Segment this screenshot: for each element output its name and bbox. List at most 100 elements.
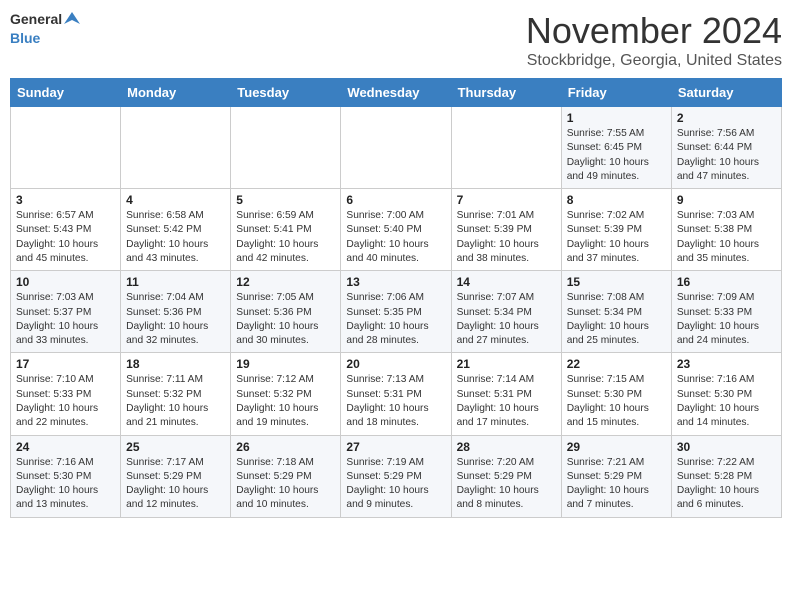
calendar-cell: 1Sunrise: 7:55 AM Sunset: 6:45 PM Daylig… xyxy=(561,107,671,189)
day-number: 8 xyxy=(567,193,666,207)
calendar-cell: 20Sunrise: 7:13 AM Sunset: 5:31 PM Dayli… xyxy=(341,353,451,435)
calendar-header-wednesday: Wednesday xyxy=(341,79,451,107)
calendar-cell: 8 Sunrise: 7:02 AM Sunset: 5:39 PM Daylig… xyxy=(561,189,671,271)
day-info: Sunrise: 7:19 AM Sunset: 5:29 PM Dayligh… xyxy=(346,456,445,513)
day-info: Sunrise: 7:11 AM Sunset: 5:32 PM Dayligh… xyxy=(126,373,225,430)
day-info: Sunrise: 7:18 AM Sunset: 5:29 PM Dayligh… xyxy=(236,456,335,513)
calendar-header-friday: Friday xyxy=(561,79,671,107)
calendar-cell: 17Sunrise: 7:10 AM Sunset: 5:33 PM Dayli… xyxy=(11,353,121,435)
calendar-week-5: 24 Sunrise: 7:16 AM Sunset: 5:30 PM Dayli… xyxy=(11,435,782,517)
calendar-table: SundayMondayTuesdayWednesdayThursdayFrid… xyxy=(10,78,782,518)
page-header: General Blue November 2024 Stockbridge, … xyxy=(10,10,782,70)
day-number: 28 xyxy=(457,440,556,454)
day-info: Sunrise: 7:02 AM Sunset: 5:39 PM Dayligh… xyxy=(567,209,666,266)
day-info: Sunrise: 7:22 AM Sunset: 5:28 PM Dayligh… xyxy=(677,456,776,513)
calendar-cell: 11 Sunrise: 7:04 AM Sunset: 5:36 PM Dayli… xyxy=(121,271,231,353)
day-number: 3 xyxy=(16,193,115,207)
day-number: 15 xyxy=(567,275,666,289)
day-number: 5 xyxy=(236,193,335,207)
day-number: 23 xyxy=(677,357,776,371)
day-number: 22 xyxy=(567,357,666,371)
calendar-cell: 30Sunrise: 7:22 AM Sunset: 5:28 PM Dayli… xyxy=(671,435,781,517)
calendar-cell: 14 Sunrise: 7:07 AM Sunset: 5:34 PM Dayli… xyxy=(451,271,561,353)
calendar-cell: 22 Sunrise: 7:15 AM Sunset: 5:30 PM Dayli… xyxy=(561,353,671,435)
day-info: Sunrise: 6:57 AM Sunset: 5:43 PM Dayligh… xyxy=(16,209,115,266)
calendar-cell: 2 Sunrise: 7:56 AM Sunset: 6:44 PM Daylig… xyxy=(671,107,781,189)
calendar-week-4: 17Sunrise: 7:10 AM Sunset: 5:33 PM Dayli… xyxy=(11,353,782,435)
day-info: Sunrise: 7:21 AM Sunset: 5:29 PM Dayligh… xyxy=(567,456,666,513)
day-info: Sunrise: 7:04 AM Sunset: 5:36 PM Dayligh… xyxy=(126,291,225,348)
day-info: Sunrise: 7:17 AM Sunset: 5:29 PM Dayligh… xyxy=(126,456,225,513)
calendar-cell: 9 Sunrise: 7:03 AM Sunset: 5:38 PM Daylig… xyxy=(671,189,781,271)
day-info: Sunrise: 7:12 AM Sunset: 5:32 PM Dayligh… xyxy=(236,373,335,430)
day-number: 4 xyxy=(126,193,225,207)
calendar-cell: 13 Sunrise: 7:06 AM Sunset: 5:35 PM Dayli… xyxy=(341,271,451,353)
day-number: 10 xyxy=(16,275,115,289)
day-number: 16 xyxy=(677,275,776,289)
day-info: Sunrise: 7:01 AM Sunset: 5:39 PM Dayligh… xyxy=(457,209,556,266)
calendar-cell: 28 Sunrise: 7:20 AM Sunset: 5:29 PM Dayli… xyxy=(451,435,561,517)
day-number: 7 xyxy=(457,193,556,207)
calendar-cell: 6 Sunrise: 7:00 AM Sunset: 5:40 PM Daylig… xyxy=(341,189,451,271)
location-title: Stockbridge, Georgia, United States xyxy=(526,52,782,70)
day-number: 19 xyxy=(236,357,335,371)
day-info: Sunrise: 7:56 AM Sunset: 6:44 PM Dayligh… xyxy=(677,127,776,184)
day-number: 13 xyxy=(346,275,445,289)
calendar-week-1: 1Sunrise: 7:55 AM Sunset: 6:45 PM Daylig… xyxy=(11,107,782,189)
calendar-cell: 29Sunrise: 7:21 AM Sunset: 5:29 PM Dayli… xyxy=(561,435,671,517)
calendar-cell: 10 Sunrise: 7:03 AM Sunset: 5:37 PM Dayli… xyxy=(11,271,121,353)
calendar-cell: 21Sunrise: 7:14 AM Sunset: 5:31 PM Dayli… xyxy=(451,353,561,435)
calendar-header-thursday: Thursday xyxy=(451,79,561,107)
day-number: 6 xyxy=(346,193,445,207)
calendar-cell xyxy=(121,107,231,189)
calendar-cell: 26 Sunrise: 7:18 AM Sunset: 5:29 PM Dayli… xyxy=(231,435,341,517)
day-number: 9 xyxy=(677,193,776,207)
calendar-header-tuesday: Tuesday xyxy=(231,79,341,107)
day-number: 11 xyxy=(126,275,225,289)
calendar-cell: 25 Sunrise: 7:17 AM Sunset: 5:29 PM Dayli… xyxy=(121,435,231,517)
day-info: Sunrise: 7:06 AM Sunset: 5:35 PM Dayligh… xyxy=(346,291,445,348)
day-number: 21 xyxy=(457,357,556,371)
calendar-cell xyxy=(11,107,121,189)
day-number: 27 xyxy=(346,440,445,454)
day-number: 17 xyxy=(16,357,115,371)
day-info: Sunrise: 7:16 AM Sunset: 5:30 PM Dayligh… xyxy=(677,373,776,430)
calendar-cell: 12 Sunrise: 7:05 AM Sunset: 5:36 PM Dayli… xyxy=(231,271,341,353)
logo-general-text: General xyxy=(10,11,62,28)
calendar-cell: 18Sunrise: 7:11 AM Sunset: 5:32 PM Dayli… xyxy=(121,353,231,435)
calendar-header-saturday: Saturday xyxy=(671,79,781,107)
day-number: 1 xyxy=(567,111,666,125)
day-info: Sunrise: 7:00 AM Sunset: 5:40 PM Dayligh… xyxy=(346,209,445,266)
calendar-cell: 7 Sunrise: 7:01 AM Sunset: 5:39 PM Daylig… xyxy=(451,189,561,271)
day-info: Sunrise: 7:08 AM Sunset: 5:34 PM Dayligh… xyxy=(567,291,666,348)
day-info: Sunrise: 7:16 AM Sunset: 5:30 PM Dayligh… xyxy=(16,456,115,513)
day-info: Sunrise: 7:09 AM Sunset: 5:33 PM Dayligh… xyxy=(677,291,776,348)
logo: General Blue xyxy=(10,10,80,46)
logo-blue-text: Blue xyxy=(10,30,40,46)
calendar-cell xyxy=(231,107,341,189)
calendar-cell: 4Sunrise: 6:58 AM Sunset: 5:42 PM Daylig… xyxy=(121,189,231,271)
day-number: 2 xyxy=(677,111,776,125)
calendar-cell: 19 Sunrise: 7:12 AM Sunset: 5:32 PM Dayli… xyxy=(231,353,341,435)
calendar-cell xyxy=(451,107,561,189)
day-info: Sunrise: 7:05 AM Sunset: 5:36 PM Dayligh… xyxy=(236,291,335,348)
day-info: Sunrise: 7:20 AM Sunset: 5:29 PM Dayligh… xyxy=(457,456,556,513)
day-number: 26 xyxy=(236,440,335,454)
calendar-cell: 23 Sunrise: 7:16 AM Sunset: 5:30 PM Dayli… xyxy=(671,353,781,435)
day-number: 25 xyxy=(126,440,225,454)
title-block: November 2024 Stockbridge, Georgia, Unit… xyxy=(526,10,782,70)
calendar-cell: 15 Sunrise: 7:08 AM Sunset: 5:34 PM Dayli… xyxy=(561,271,671,353)
day-info: Sunrise: 7:15 AM Sunset: 5:30 PM Dayligh… xyxy=(567,373,666,430)
day-number: 12 xyxy=(236,275,335,289)
month-title: November 2024 xyxy=(526,10,782,52)
calendar-week-3: 10 Sunrise: 7:03 AM Sunset: 5:37 PM Dayli… xyxy=(11,271,782,353)
day-info: Sunrise: 7:03 AM Sunset: 5:37 PM Dayligh… xyxy=(16,291,115,348)
day-number: 24 xyxy=(16,440,115,454)
day-info: Sunrise: 7:07 AM Sunset: 5:34 PM Dayligh… xyxy=(457,291,556,348)
calendar-cell xyxy=(341,107,451,189)
calendar-cell: 16 Sunrise: 7:09 AM Sunset: 5:33 PM Dayli… xyxy=(671,271,781,353)
calendar-header-monday: Monday xyxy=(121,79,231,107)
day-number: 14 xyxy=(457,275,556,289)
day-info: Sunrise: 7:03 AM Sunset: 5:38 PM Dayligh… xyxy=(677,209,776,266)
calendar-header-sunday: Sunday xyxy=(11,79,121,107)
